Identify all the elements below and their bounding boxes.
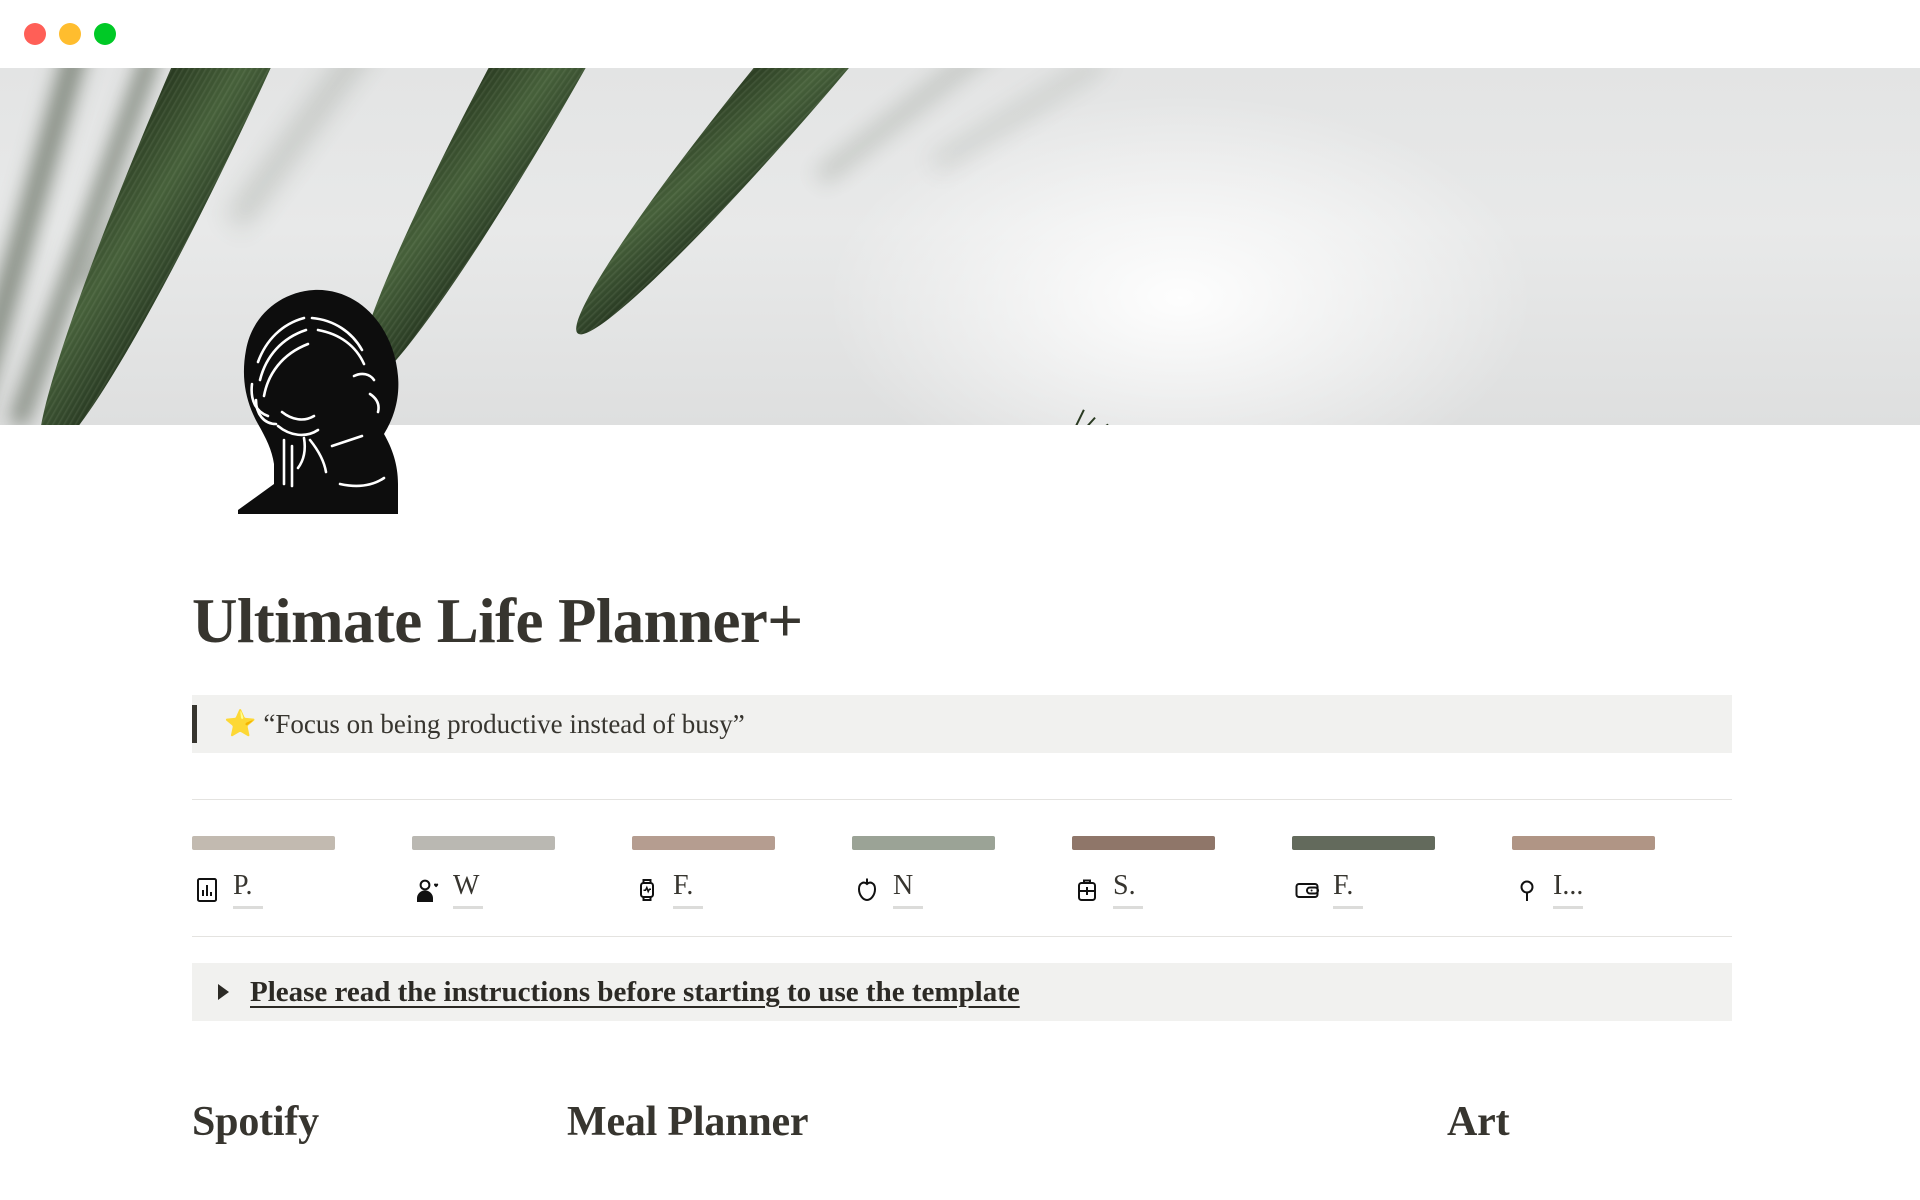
card-label-wrap: I... xyxy=(1553,870,1584,910)
card-underline xyxy=(1553,906,1583,910)
section-heading: Art xyxy=(1447,1099,1510,1146)
callout-text: “Focus on being productive instead of bu… xyxy=(263,708,745,739)
link-card-nutrition[interactable]: N xyxy=(852,836,1072,910)
card-underline xyxy=(1333,906,1363,910)
card-color-bar xyxy=(632,836,775,851)
card-label-wrap: F. xyxy=(1333,870,1363,910)
card-label-wrap: W xyxy=(453,870,483,910)
divider-top xyxy=(192,799,1732,801)
card-body: S. xyxy=(1072,870,1292,910)
section-meal-planner: Meal Planner xyxy=(567,1099,1447,1145)
divider-bottom xyxy=(192,936,1732,938)
card-label-wrap: N xyxy=(893,870,923,910)
first-aid-kit-icon xyxy=(1072,875,1102,905)
card-label: I... xyxy=(1553,870,1584,902)
card-color-bar xyxy=(852,836,995,851)
star-emoji: ⭐ xyxy=(224,709,257,739)
card-label: N xyxy=(893,870,914,902)
page-content: Ultimate Life Planner+ ⭐ “Focus on being… xyxy=(192,425,1732,1146)
bottom-sections-row: Spotify Meal Planner Art xyxy=(192,1099,1732,1145)
card-body: W xyxy=(412,870,632,910)
link-card-inspiration[interactable]: I... xyxy=(1512,836,1732,910)
card-label: F. xyxy=(1333,870,1354,902)
card-color-bar xyxy=(1072,836,1215,851)
triangle-right-icon[interactable] xyxy=(210,983,236,1001)
card-label-wrap: S. xyxy=(1113,870,1143,910)
link-card-fitness[interactable]: F. xyxy=(632,836,852,910)
section-heading: Spotify xyxy=(192,1099,319,1146)
palm-frond xyxy=(547,68,887,355)
frond-tip xyxy=(1070,416,1096,425)
link-card-finance[interactable]: F. xyxy=(1292,836,1512,910)
map-pin-icon xyxy=(1512,875,1542,905)
card-underline xyxy=(673,906,703,910)
bar-chart-icon xyxy=(192,875,222,905)
frond-tip xyxy=(1067,409,1085,425)
card-body: P. xyxy=(192,870,412,910)
section-art: Art xyxy=(1447,1099,1732,1145)
window-title-bar xyxy=(0,0,1920,68)
minimize-window-button[interactable] xyxy=(59,23,81,45)
card-color-bar xyxy=(1292,836,1435,851)
card-body: F. xyxy=(1292,870,1512,910)
link-cards-row: P. W F. N S. F. I... xyxy=(192,836,1732,910)
instructions-toggle-label: Please read the instructions before star… xyxy=(250,975,1020,1008)
card-body: I... xyxy=(1512,870,1732,910)
card-color-bar xyxy=(192,836,335,851)
card-label-wrap: P. xyxy=(233,870,263,910)
apple-icon xyxy=(852,875,882,905)
card-label-wrap: F. xyxy=(673,870,703,910)
quote-callout[interactable]: ⭐ “Focus on being productive instead of … xyxy=(192,695,1732,754)
link-card-wellbeing[interactable]: W xyxy=(412,836,632,910)
card-label: F. xyxy=(673,870,694,902)
close-window-button[interactable] xyxy=(24,23,46,45)
card-body: F. xyxy=(632,870,852,910)
card-underline xyxy=(1113,906,1143,910)
callout-accent-bar xyxy=(192,705,197,744)
person-heart-icon xyxy=(412,875,442,905)
section-spotify: Spotify xyxy=(192,1099,567,1145)
card-label: P. xyxy=(233,870,253,902)
card-label: S. xyxy=(1113,870,1136,902)
card-color-bar xyxy=(412,836,555,851)
instructions-toggle[interactable]: Please read the instructions before star… xyxy=(192,963,1732,1022)
card-underline xyxy=(893,906,923,910)
card-label: W xyxy=(453,870,480,902)
card-underline xyxy=(453,906,483,910)
card-body: N xyxy=(852,870,1072,910)
link-card-productivity[interactable]: P. xyxy=(192,836,412,910)
smartwatch-icon xyxy=(632,875,662,905)
card-color-bar xyxy=(1512,836,1655,851)
wallet-icon xyxy=(1292,875,1322,905)
maximize-window-button[interactable] xyxy=(94,23,116,45)
page-title: Ultimate Life Planner+ xyxy=(192,586,803,656)
classical-bust-icon[interactable] xyxy=(222,288,422,516)
traffic-lights xyxy=(24,23,116,45)
card-underline xyxy=(233,906,263,910)
section-heading: Meal Planner xyxy=(567,1099,809,1146)
link-card-selfcare[interactable]: S. xyxy=(1072,836,1292,910)
